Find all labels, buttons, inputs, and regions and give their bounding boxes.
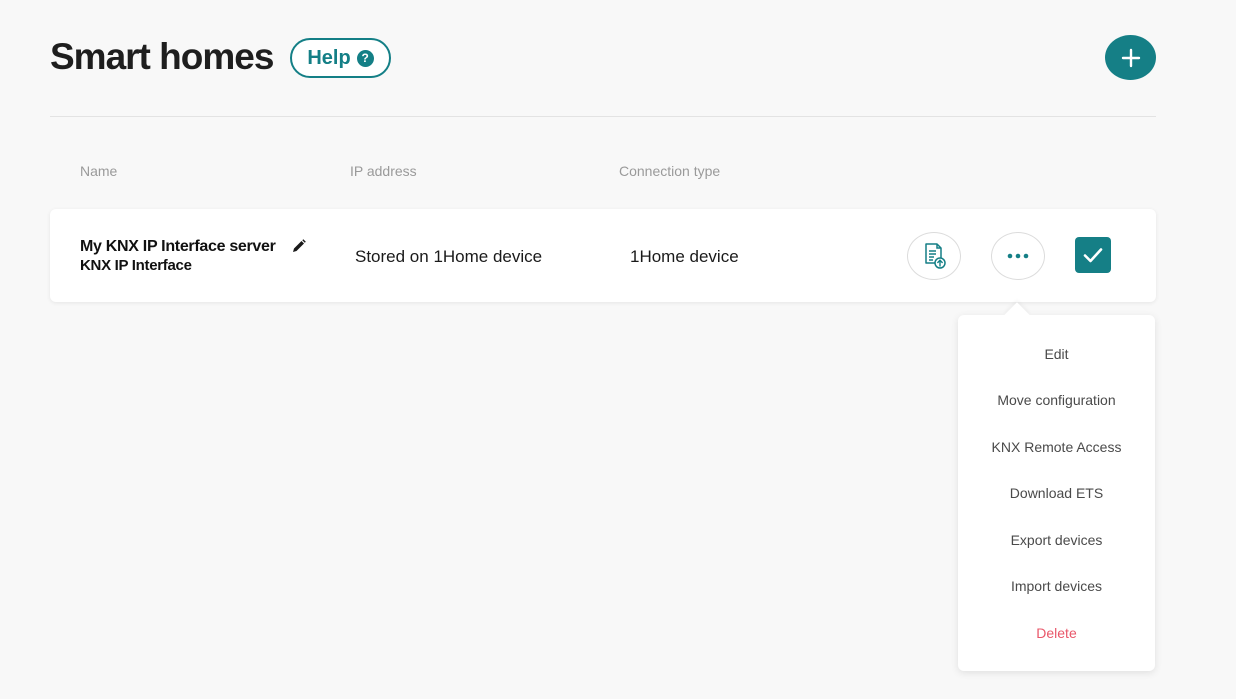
smart-homes-page: Smart homes Help ? Name IP address Conne… (0, 0, 1236, 699)
ellipsis-icon (1007, 253, 1029, 259)
smart-home-ip: Stored on 1Home device (355, 247, 543, 266)
column-header-name: Name (80, 163, 118, 179)
column-header-connection: Connection type (619, 163, 721, 179)
menu-item-move-configuration[interactable]: Move configuration (958, 386, 1155, 414)
select-checkbox[interactable] (1075, 237, 1111, 273)
pencil-icon[interactable] (292, 239, 306, 253)
menu-item-edit[interactable]: Edit (958, 340, 1155, 368)
document-upload-icon (925, 243, 946, 269)
plus-icon (1121, 48, 1140, 67)
help-button[interactable]: Help ? (290, 38, 391, 78)
menu-item-import-devices[interactable]: Import devices (958, 572, 1155, 600)
table-row: My KNX IP Interface server KNX IP Interf… (50, 209, 1156, 302)
menu-arrow (1004, 302, 1030, 328)
header-divider (50, 116, 1156, 117)
menu-item-knx-remote-access[interactable]: KNX Remote Access (958, 433, 1155, 461)
smart-home-type: KNX IP Interface (80, 257, 192, 274)
question-circle-icon: ? (356, 49, 374, 67)
smart-home-connection: 1Home device (630, 247, 739, 266)
more-options-button[interactable] (991, 232, 1045, 280)
page-title: Smart homes (50, 36, 274, 77)
help-label: Help (307, 46, 351, 69)
add-smart-home-button[interactable] (1105, 35, 1156, 80)
checkmark-icon (1083, 248, 1103, 263)
upload-config-button[interactable] (907, 232, 961, 280)
menu-item-delete[interactable]: Delete (958, 619, 1155, 647)
menu-item-download-ets[interactable]: Download ETS (958, 479, 1155, 507)
menu-item-export-devices[interactable]: Export devices (958, 526, 1155, 554)
smart-home-name: My KNX IP Interface server (80, 238, 276, 255)
column-header-ip: IP address (350, 163, 417, 179)
options-dropdown-menu: Edit Move configuration KNX Remote Acces… (958, 302, 1155, 671)
